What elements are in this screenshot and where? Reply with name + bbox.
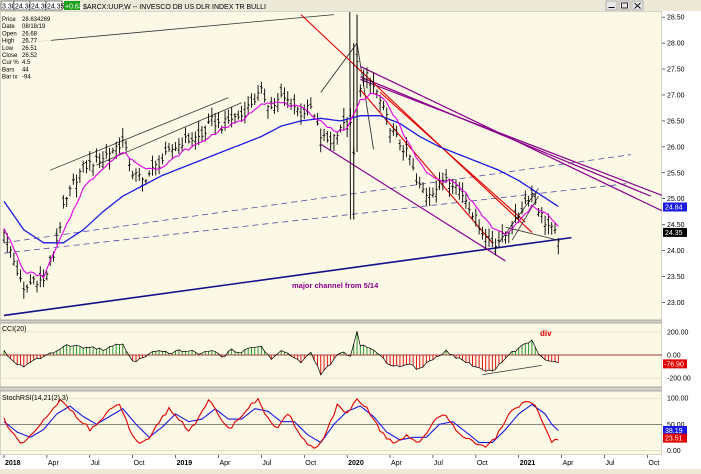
price-tick-label: 27.00 bbox=[667, 92, 685, 99]
svg-text:-94: -94 bbox=[22, 75, 31, 81]
price-tick-label: 26.00 bbox=[667, 144, 685, 151]
price-tick-label: 24.00 bbox=[667, 248, 685, 255]
ohlc-boxes: 3.30 24.36 24.30 24.35 +0.63 bbox=[0, 0, 83, 11]
date-tick-label: Apr bbox=[219, 460, 231, 467]
price-value-label: 24.35 bbox=[663, 227, 687, 237]
restore-button-frame[interactable] bbox=[618, 0, 631, 11]
svg-text:Close: Close bbox=[2, 53, 18, 59]
stoch-value-label: 38.19 bbox=[663, 425, 687, 435]
date-tick-label: 2019 bbox=[177, 460, 193, 467]
price-tick-label: 28.00 bbox=[667, 41, 685, 48]
svg-text:Price: Price bbox=[2, 17, 16, 23]
date-tick-label: Apr bbox=[563, 460, 575, 467]
date-tick-label: Apr bbox=[48, 460, 60, 467]
svg-text:23.51: 23.51 bbox=[665, 436, 683, 443]
restore-button[interactable] bbox=[618, 0, 631, 11]
svg-text:Bars: Bars bbox=[2, 67, 14, 73]
cci-tick-label: -200.00 bbox=[667, 376, 691, 383]
date-tick-label: 2021 bbox=[520, 460, 536, 467]
window-controls bbox=[605, 0, 644, 11]
date-tick-label: Oct bbox=[477, 460, 488, 467]
date-tick-label: Oct bbox=[305, 460, 316, 467]
svg-text:26.68: 26.68 bbox=[22, 31, 38, 37]
date-tick-label: Jul bbox=[91, 460, 100, 467]
info-panel: Price 28.634269 Date 08/18/19 Open 26.68 High 2… bbox=[1, 14, 51, 118]
svg-text:08/18/19: 08/18/19 bbox=[22, 24, 46, 30]
date-tick-label: Apr bbox=[391, 460, 403, 467]
divergence-label: div bbox=[540, 329, 552, 338]
date-tick-label: Oct bbox=[648, 460, 659, 467]
svg-text:-76.90: -76.90 bbox=[664, 361, 684, 368]
change-value: +0.63 bbox=[65, 4, 83, 11]
date-tick-label: Jul bbox=[606, 460, 615, 467]
minimize-button-frame[interactable] bbox=[605, 0, 618, 11]
minimize-button[interactable] bbox=[605, 0, 618, 11]
ohlc-open: 3.30 bbox=[2, 4, 16, 11]
ohlc-close: 24.35 bbox=[47, 4, 65, 11]
svg-text:26.77: 26.77 bbox=[22, 39, 38, 45]
price-tick-label: 26.50 bbox=[667, 118, 685, 125]
info-row: Date 08/18/19 bbox=[2, 24, 46, 30]
chart-window: 3.30 24.36 24.30 24.35 +0.63 $ARCX:UUP,W… bbox=[0, 0, 701, 469]
cci-tick-label: 0.00 bbox=[667, 353, 681, 360]
svg-text:Cur %: Cur % bbox=[2, 60, 19, 66]
stoch-tick-label: 100.00 bbox=[667, 396, 689, 403]
svg-text:Open: Open bbox=[2, 31, 17, 37]
stochrsi-label: StochRSI(14,21(2),3) bbox=[2, 395, 68, 402]
price-tick-label: 25.00 bbox=[667, 196, 685, 203]
price-value-label: 24.84 bbox=[663, 202, 687, 212]
date-tick-label: 2018 bbox=[5, 460, 21, 467]
price-tick-label: 23.50 bbox=[667, 274, 685, 281]
info-row: Cur % 4.5 bbox=[2, 60, 31, 66]
svg-text:Date: Date bbox=[2, 24, 15, 30]
price-tick-label: 27.50 bbox=[667, 67, 685, 74]
svg-text:24.84: 24.84 bbox=[665, 205, 683, 212]
svg-text:28.634269: 28.634269 bbox=[22, 17, 51, 23]
chart-title: $ARCX:UUP,W -- INVESCO DB US DLR INDEX T… bbox=[83, 4, 266, 11]
price-tick-label: 28.50 bbox=[667, 15, 685, 22]
date-tick-label: 2020 bbox=[348, 460, 364, 467]
svg-text:26.51: 26.51 bbox=[22, 46, 38, 52]
svg-text:Bar ix: Bar ix bbox=[2, 75, 17, 81]
cci-value-label: -76.90 bbox=[663, 359, 687, 369]
info-row: Bar ix -94 bbox=[2, 75, 31, 81]
stoch-value-label: 23.51 bbox=[663, 433, 687, 443]
svg-text:44: 44 bbox=[22, 67, 29, 73]
svg-text:High: High bbox=[2, 39, 14, 45]
channel-annotation: major channel from 5/14 bbox=[292, 281, 379, 290]
svg-text:4.5: 4.5 bbox=[22, 60, 31, 66]
price-tick-label: 25.50 bbox=[667, 170, 685, 177]
stoch-tick-label: 0.00 bbox=[667, 448, 681, 455]
svg-text:26.52: 26.52 bbox=[22, 53, 38, 59]
info-row: Price 28.634269 bbox=[2, 17, 51, 23]
date-tick-label: Jul bbox=[434, 460, 443, 467]
cci-label: CCI(20) bbox=[2, 326, 27, 333]
chart-svg: 3.30 24.36 24.30 24.35 +0.63 $ARCX:UUP,W… bbox=[0, 0, 701, 469]
date-tick-label: Jul bbox=[262, 460, 271, 467]
cci-tick-label: 200.00 bbox=[667, 329, 689, 336]
price-tick-label: 23.00 bbox=[667, 300, 685, 307]
close-button[interactable] bbox=[631, 0, 644, 11]
date-tick-label: Oct bbox=[134, 460, 145, 467]
svg-text:24.35: 24.35 bbox=[665, 230, 683, 237]
svg-text:Low: Low bbox=[2, 46, 14, 52]
